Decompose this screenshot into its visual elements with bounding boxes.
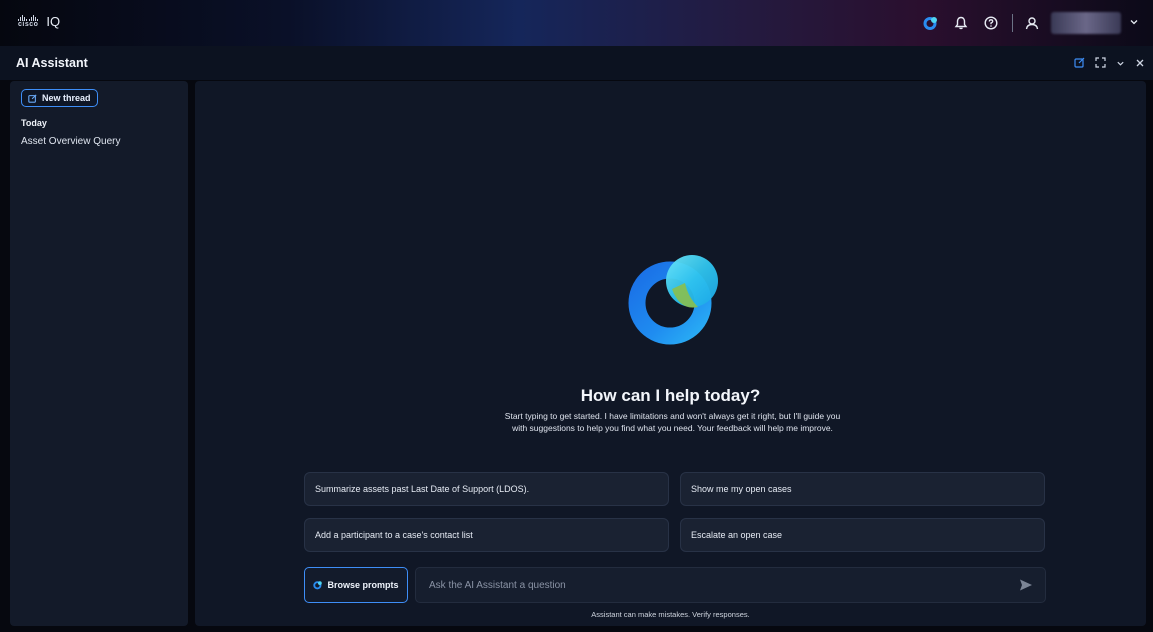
- cisco-logo: cisco: [18, 14, 39, 29]
- disclaimer-text: Assistant can make mistakes. Verify resp…: [591, 610, 750, 619]
- product-name: IQ: [46, 14, 61, 29]
- chevron-down-icon[interactable]: [1129, 14, 1139, 32]
- welcome-heading: How can I help today?: [580, 386, 761, 405]
- thread-sidebar: New thread Today Asset Overview Query: [10, 81, 188, 626]
- ai-assistant-icon[interactable]: [920, 12, 942, 34]
- new-thread-button[interactable]: New thread: [21, 89, 98, 107]
- sidebar-section-today: Today: [21, 117, 47, 128]
- new-thread-label: New thread: [42, 93, 91, 103]
- panel-header: AI Assistant: [0, 46, 1153, 80]
- ask-input-field[interactable]: Ask the AI Assistant a question: [415, 567, 1046, 603]
- suggestion-card-add-participant[interactable]: Add a participant to a case's contact li…: [304, 518, 669, 552]
- ask-input-placeholder: Ask the AI Assistant a question: [429, 579, 566, 591]
- browse-prompts-label: Browse prompts: [327, 580, 399, 590]
- close-icon[interactable]: [1135, 55, 1145, 73]
- thread-item-asset-overview-query[interactable]: Asset Overview Query: [21, 136, 177, 147]
- nav-divider: [1012, 14, 1013, 32]
- user-name-redacted[interactable]: [1051, 12, 1121, 34]
- suggestion-card-ldos[interactable]: Summarize assets past Last Date of Suppo…: [304, 472, 669, 506]
- ai-assistant-logo: [628, 255, 718, 345]
- new-window-icon[interactable]: [1074, 55, 1085, 73]
- welcome-subtext: Start typing to get started. I have limi…: [504, 411, 841, 433]
- suggestion-card-escalate[interactable]: Escalate an open case: [680, 518, 1045, 552]
- suggestion-card-open-cases[interactable]: Show me my open cases: [680, 472, 1045, 506]
- top-navigation-bar: cisco IQ: [0, 0, 1153, 46]
- bell-icon[interactable]: [950, 12, 972, 34]
- expand-icon[interactable]: [1095, 55, 1106, 73]
- browse-prompts-button[interactable]: Browse prompts: [304, 567, 408, 603]
- send-icon[interactable]: [1019, 578, 1033, 595]
- brand[interactable]: cisco IQ: [18, 14, 60, 29]
- chevron-down-icon[interactable]: [1116, 55, 1125, 73]
- panel-title: AI Assistant: [16, 56, 88, 70]
- new-thread-icon: [28, 93, 37, 103]
- ai-assistant-icon: [313, 581, 323, 590]
- help-icon[interactable]: [980, 12, 1002, 34]
- chat-main-area: How can I help today? Start typing to ge…: [195, 81, 1146, 626]
- cisco-wordmark: cisco: [18, 20, 39, 28]
- user-icon[interactable]: [1021, 12, 1043, 34]
